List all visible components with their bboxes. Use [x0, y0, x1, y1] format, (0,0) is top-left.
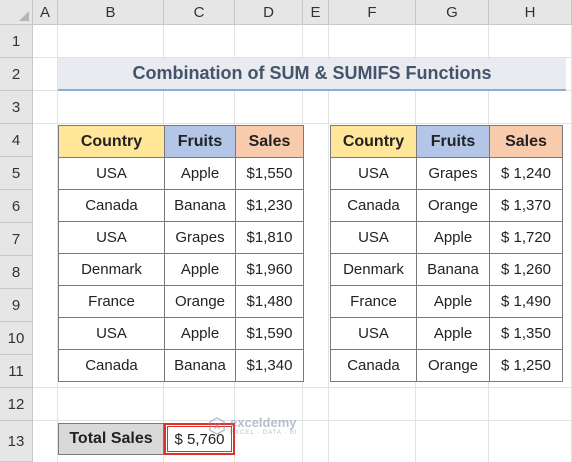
table-row: USA Apple $ 1,350: [330, 317, 563, 350]
table-row: USA Apple $1,550: [58, 157, 304, 190]
cell-sales[interactable]: $1,810: [235, 221, 304, 254]
table-row: Canada Orange $ 1,370: [330, 189, 563, 222]
table-row: USA Apple $1,590: [58, 317, 304, 350]
table-row: USA Grapes $ 1,240: [330, 157, 563, 190]
cell-sales[interactable]: $ 1,350: [489, 317, 563, 350]
row-header-3[interactable]: 3: [0, 91, 33, 124]
cell-sales[interactable]: $ 1,250: [489, 349, 563, 382]
column-header-f[interactable]: F: [329, 0, 416, 25]
header-fruits[interactable]: Fruits: [416, 125, 490, 158]
table-row: Denmark Apple $1,960: [58, 253, 304, 286]
row-header-12[interactable]: 12: [0, 388, 33, 421]
cell-country[interactable]: Canada: [330, 189, 417, 222]
row-header-4[interactable]: 4: [0, 124, 33, 157]
row-header-13[interactable]: 13: [0, 421, 33, 462]
cell-fruits[interactable]: Grapes: [164, 221, 236, 254]
header-fruits[interactable]: Fruits: [164, 125, 236, 158]
cell-country[interactable]: USA: [58, 157, 165, 190]
cell-sales[interactable]: $1,230: [235, 189, 304, 222]
row-header-8[interactable]: 8: [0, 256, 33, 289]
row-header-11[interactable]: 11: [0, 355, 33, 388]
table-row: USA Grapes $1,810: [58, 221, 304, 254]
exceldemy-logo-icon: [209, 417, 225, 435]
cell-sales[interactable]: $ 1,260: [489, 253, 563, 286]
table-header-row: Country Fruits Sales: [330, 125, 563, 158]
table-row: Canada Banana $1,230: [58, 189, 304, 222]
sales-table-1[interactable]: Country Fruits Sales USA Apple $1,550 Ca…: [58, 125, 304, 382]
header-country[interactable]: Country: [58, 125, 165, 158]
column-header-g[interactable]: G: [416, 0, 489, 25]
column-header-a[interactable]: A: [33, 0, 58, 25]
header-country[interactable]: Country: [330, 125, 417, 158]
cell-fruits[interactable]: Apple: [416, 285, 490, 318]
cell-country[interactable]: Canada: [58, 189, 165, 222]
cell-fruits[interactable]: Apple: [164, 317, 236, 350]
cell-sales[interactable]: $1,960: [235, 253, 304, 286]
watermark-name: exceldemy: [230, 415, 297, 430]
gridline: [33, 387, 572, 388]
cell-fruits[interactable]: Orange: [164, 285, 236, 318]
column-header-c[interactable]: C: [164, 0, 235, 25]
table-row: Canada Banana $1,340: [58, 349, 304, 382]
cell-sales[interactable]: $1,480: [235, 285, 304, 318]
row-header-7[interactable]: 7: [0, 223, 33, 256]
table-row: France Apple $ 1,490: [330, 285, 563, 318]
cell-country[interactable]: USA: [58, 221, 165, 254]
column-header-e[interactable]: E: [303, 0, 329, 25]
sales-table-2[interactable]: Country Fruits Sales USA Grapes $ 1,240 …: [330, 125, 563, 382]
cell-fruits[interactable]: Apple: [164, 253, 236, 286]
table-header-row: Country Fruits Sales: [58, 125, 304, 158]
exceldemy-watermark: exceldemy EXCEL · DATA · BI: [208, 416, 298, 436]
cell-fruits[interactable]: Banana: [416, 253, 490, 286]
cell-country[interactable]: USA: [330, 317, 417, 350]
cell-country[interactable]: Canada: [330, 349, 417, 382]
table-row: Denmark Banana $ 1,260: [330, 253, 563, 286]
sheet-title[interactable]: Combination of SUM & SUMIFS Functions: [58, 58, 566, 91]
cell-sales[interactable]: $ 1,720: [489, 221, 563, 254]
cell-fruits[interactable]: Banana: [164, 189, 236, 222]
cell-sales[interactable]: $ 1,490: [489, 285, 563, 318]
row-header-6[interactable]: 6: [0, 190, 33, 223]
watermark-tagline: EXCEL · DATA · BI: [230, 430, 298, 436]
cell-country[interactable]: France: [330, 285, 417, 318]
cell-fruits[interactable]: Orange: [416, 189, 490, 222]
column-header-h[interactable]: H: [489, 0, 572, 25]
header-sales[interactable]: Sales: [489, 125, 563, 158]
cell-fruits[interactable]: Apple: [164, 157, 236, 190]
cell-country[interactable]: USA: [330, 221, 417, 254]
select-all-corner[interactable]: [0, 0, 33, 25]
header-sales[interactable]: Sales: [235, 125, 304, 158]
cell-country[interactable]: USA: [330, 157, 417, 190]
table-row: USA Apple $ 1,720: [330, 221, 563, 254]
cell-sales[interactable]: $ 1,240: [489, 157, 563, 190]
cell-fruits[interactable]: Banana: [164, 349, 236, 382]
column-header-b[interactable]: B: [58, 0, 164, 25]
cell-sales[interactable]: $1,550: [235, 157, 304, 190]
spreadsheet-grid[interactable]: A B C D E F G H 1 2 3 4 5 6 7 8 9 10 11 …: [0, 0, 572, 462]
gridline: [33, 123, 572, 124]
cell-sales[interactable]: $1,590: [235, 317, 304, 350]
cell-sales[interactable]: $ 1,370: [489, 189, 563, 222]
cell-fruits[interactable]: Apple: [416, 317, 490, 350]
row-header-1[interactable]: 1: [0, 25, 33, 58]
cell-sales[interactable]: $1,340: [235, 349, 304, 382]
cell-fruits[interactable]: Grapes: [416, 157, 490, 190]
table-row: France Orange $1,480: [58, 285, 304, 318]
total-sales-label[interactable]: Total Sales: [58, 423, 164, 455]
row-header-9[interactable]: 9: [0, 289, 33, 322]
table-row: Canada Orange $ 1,250: [330, 349, 563, 382]
cell-country[interactable]: USA: [58, 317, 165, 350]
row-header-2[interactable]: 2: [0, 58, 33, 91]
column-header-d[interactable]: D: [235, 0, 303, 25]
cell-fruits[interactable]: Apple: [416, 221, 490, 254]
row-header-10[interactable]: 10: [0, 322, 33, 355]
row-header-5[interactable]: 5: [0, 157, 33, 190]
select-all-triangle-icon: [19, 11, 29, 21]
cell-country[interactable]: Denmark: [58, 253, 165, 286]
cell-country[interactable]: France: [58, 285, 165, 318]
cell-fruits[interactable]: Orange: [416, 349, 490, 382]
gridline: [33, 420, 572, 421]
cell-country[interactable]: Canada: [58, 349, 165, 382]
cell-country[interactable]: Denmark: [330, 253, 417, 286]
